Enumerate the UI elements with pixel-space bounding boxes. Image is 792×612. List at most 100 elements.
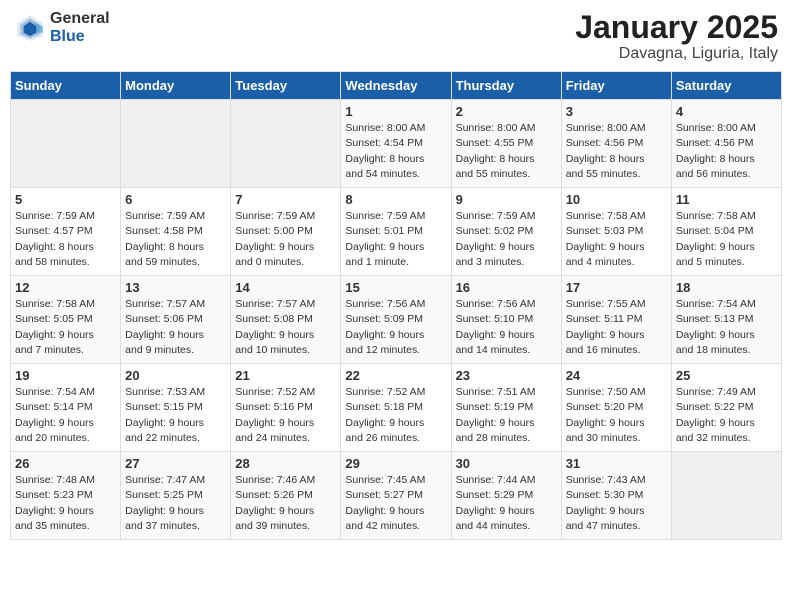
day-number: 21 [235, 368, 336, 383]
day-info: Sunrise: 7:46 AMSunset: 5:26 PMDaylight:… [235, 473, 336, 534]
day-info: Sunrise: 7:44 AMSunset: 5:29 PMDaylight:… [456, 473, 557, 534]
day-info: Sunrise: 7:54 AMSunset: 5:13 PMDaylight:… [676, 297, 777, 358]
day-info: Sunrise: 7:57 AMSunset: 5:08 PMDaylight:… [235, 297, 336, 358]
calendar-cell [671, 452, 781, 540]
calendar-cell: 11 Sunrise: 7:58 AMSunset: 5:04 PMDayligh… [671, 188, 781, 276]
day-info: Sunrise: 7:59 AMSunset: 4:58 PMDaylight:… [125, 209, 226, 270]
day-info: Sunrise: 7:59 AMSunset: 5:02 PMDaylight:… [456, 209, 557, 270]
calendar-cell: 12 Sunrise: 7:58 AMSunset: 5:05 PMDayligh… [11, 276, 121, 364]
day-number: 30 [456, 456, 557, 471]
calendar-cell: 20Sunrise: 7:53 AMSunset: 5:15 PMDayligh… [121, 364, 231, 452]
day-info: Sunrise: 7:59 AMSunset: 5:01 PMDaylight:… [345, 209, 446, 270]
day-info: Sunrise: 7:56 AMSunset: 5:10 PMDaylight:… [456, 297, 557, 358]
day-info: Sunrise: 8:00 AMSunset: 4:55 PMDaylight:… [456, 121, 557, 182]
calendar-cell: 30 Sunrise: 7:44 AMSunset: 5:29 PMDayligh… [451, 452, 561, 540]
day-info: Sunrise: 7:52 AMSunset: 5:18 PMDaylight:… [345, 385, 446, 446]
day-number: 3 [566, 104, 667, 119]
calendar-cell: 25 Sunrise: 7:49 AMSunset: 5:22 PMDayligh… [671, 364, 781, 452]
logo-blue: Blue [50, 28, 110, 46]
day-info: Sunrise: 8:00 AMSunset: 4:56 PMDaylight:… [676, 121, 777, 182]
day-number: 15 [345, 280, 446, 295]
day-number: 9 [456, 192, 557, 207]
calendar-cell: 4 Sunrise: 8:00 AMSunset: 4:56 PMDaylight… [671, 100, 781, 188]
calendar-cell: 15 Sunrise: 7:56 AMSunset: 5:09 PMDayligh… [341, 276, 451, 364]
day-number: 8 [345, 192, 446, 207]
day-number: 24 [566, 368, 667, 383]
day-number: 12 [15, 280, 116, 295]
calendar-cell: 24 Sunrise: 7:50 AMSunset: 5:20 PMDayligh… [561, 364, 671, 452]
day-number: 25 [676, 368, 777, 383]
day-info: Sunrise: 7:43 AMSunset: 5:30 PMDaylight:… [566, 473, 667, 534]
calendar-cell: 10Sunrise: 7:58 AMSunset: 5:03 PMDayligh… [561, 188, 671, 276]
day-number: 19 [15, 368, 116, 383]
day-number: 1 [345, 104, 446, 119]
day-info: Sunrise: 8:00 AMSunset: 4:54 PMDaylight:… [345, 121, 446, 182]
day-number: 10 [566, 192, 667, 207]
calendar-cell: 23 Sunrise: 7:51 AMSunset: 5:19 PMDayligh… [451, 364, 561, 452]
day-info: Sunrise: 7:49 AMSunset: 5:22 PMDaylight:… [676, 385, 777, 446]
day-info: Sunrise: 7:54 AMSunset: 5:14 PMDaylight:… [15, 385, 116, 446]
calendar-cell [231, 100, 341, 188]
day-number: 17 [566, 280, 667, 295]
day-number: 27 [125, 456, 226, 471]
logo: General Blue [14, 10, 110, 45]
logo-general: General [50, 10, 110, 28]
weekday-header-thursday: Thursday [451, 72, 561, 100]
calendar-cell: 22 Sunrise: 7:52 AMSunset: 5:18 PMDayligh… [341, 364, 451, 452]
day-info: Sunrise: 7:52 AMSunset: 5:16 PMDaylight:… [235, 385, 336, 446]
calendar-cell: 29Sunrise: 7:45 AMSunset: 5:27 PMDayligh… [341, 452, 451, 540]
calendar-cell: 18 Sunrise: 7:54 AMSunset: 5:13 PMDayligh… [671, 276, 781, 364]
month-title: January 2025 [575, 10, 778, 45]
calendar-cell: 9 Sunrise: 7:59 AMSunset: 5:02 PMDaylight… [451, 188, 561, 276]
title-block: January 2025 Davagna, Liguria, Italy [575, 10, 778, 63]
calendar-table: SundayMondayTuesdayWednesdayThursdayFrid… [10, 71, 782, 540]
calendar-cell: 2 Sunrise: 8:00 AMSunset: 4:55 PMDaylight… [451, 100, 561, 188]
day-number: 28 [235, 456, 336, 471]
calendar-cell: 28 Sunrise: 7:46 AMSunset: 5:26 PMDayligh… [231, 452, 341, 540]
day-info: Sunrise: 7:59 AMSunset: 4:57 PMDaylight:… [15, 209, 116, 270]
day-info: Sunrise: 7:53 AMSunset: 5:15 PMDaylight:… [125, 385, 226, 446]
day-info: Sunrise: 7:58 AMSunset: 5:04 PMDaylight:… [676, 209, 777, 270]
day-number: 23 [456, 368, 557, 383]
calendar-cell: 27 Sunrise: 7:47 AMSunset: 5:25 PMDayligh… [121, 452, 231, 540]
calendar-cell [121, 100, 231, 188]
weekday-header-sunday: Sunday [11, 72, 121, 100]
calendar-cell: 13Sunrise: 7:57 AMSunset: 5:06 PMDayligh… [121, 276, 231, 364]
day-info: Sunrise: 7:51 AMSunset: 5:19 PMDaylight:… [456, 385, 557, 446]
day-info: Sunrise: 7:47 AMSunset: 5:25 PMDaylight:… [125, 473, 226, 534]
day-number: 13 [125, 280, 226, 295]
day-info: Sunrise: 7:59 AMSunset: 5:00 PMDaylight:… [235, 209, 336, 270]
calendar-cell: 8 Sunrise: 7:59 AMSunset: 5:01 PMDaylight… [341, 188, 451, 276]
day-number: 14 [235, 280, 336, 295]
logo-text: General Blue [50, 10, 110, 45]
day-number: 2 [456, 104, 557, 119]
day-info: Sunrise: 7:50 AMSunset: 5:20 PMDaylight:… [566, 385, 667, 446]
calendar-cell: 1 Sunrise: 8:00 AMSunset: 4:54 PMDaylight… [341, 100, 451, 188]
day-info: Sunrise: 7:55 AMSunset: 5:11 PMDaylight:… [566, 297, 667, 358]
page-header: General Blue January 2025 Davagna, Ligur… [10, 10, 782, 63]
calendar-cell [11, 100, 121, 188]
calendar-cell: 19 Sunrise: 7:54 AMSunset: 5:14 PMDayligh… [11, 364, 121, 452]
location-title: Davagna, Liguria, Italy [575, 45, 778, 63]
logo-icon [14, 12, 46, 44]
calendar-cell: 6 Sunrise: 7:59 AMSunset: 4:58 PMDaylight… [121, 188, 231, 276]
calendar-cell: 17 Sunrise: 7:55 AMSunset: 5:11 PMDayligh… [561, 276, 671, 364]
day-info: Sunrise: 7:58 AMSunset: 5:05 PMDaylight:… [15, 297, 116, 358]
day-number: 4 [676, 104, 777, 119]
day-info: Sunrise: 8:00 AMSunset: 4:56 PMDaylight:… [566, 121, 667, 182]
day-number: 22 [345, 368, 446, 383]
day-number: 31 [566, 456, 667, 471]
weekday-header-saturday: Saturday [671, 72, 781, 100]
day-info: Sunrise: 7:48 AMSunset: 5:23 PMDaylight:… [15, 473, 116, 534]
calendar-cell: 3 Sunrise: 8:00 AMSunset: 4:56 PMDaylight… [561, 100, 671, 188]
day-number: 11 [676, 192, 777, 207]
calendar-cell: 21 Sunrise: 7:52 AMSunset: 5:16 PMDayligh… [231, 364, 341, 452]
day-number: 18 [676, 280, 777, 295]
day-number: 6 [125, 192, 226, 207]
day-number: 29 [345, 456, 446, 471]
weekday-header-monday: Monday [121, 72, 231, 100]
day-number: 26 [15, 456, 116, 471]
day-number: 5 [15, 192, 116, 207]
weekday-header-tuesday: Tuesday [231, 72, 341, 100]
day-info: Sunrise: 7:56 AMSunset: 5:09 PMDaylight:… [345, 297, 446, 358]
